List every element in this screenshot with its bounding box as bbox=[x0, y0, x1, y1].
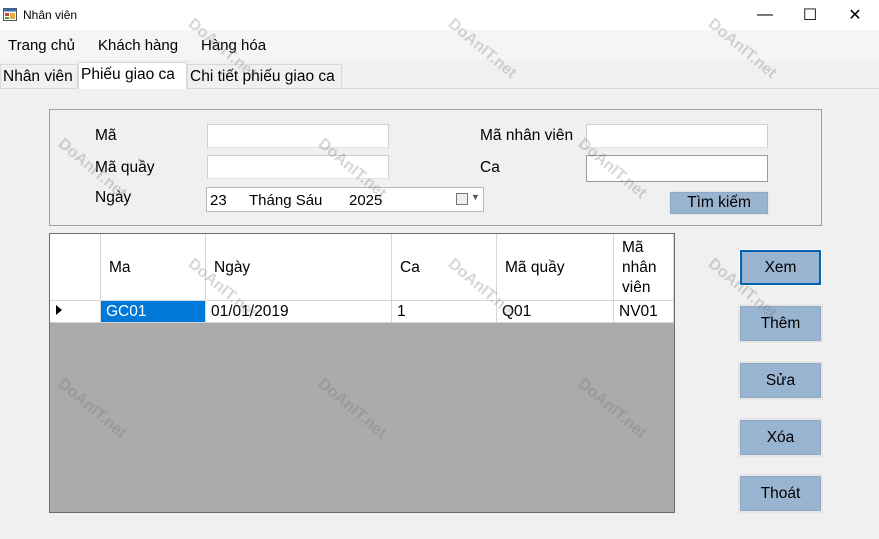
column-header-ngay[interactable]: Ngày bbox=[206, 234, 392, 301]
column-header-ma-quay[interactable]: Mã quầy bbox=[497, 234, 614, 301]
column-header-label: Ngày bbox=[214, 259, 251, 276]
table-cell[interactable]: NV01 bbox=[614, 301, 674, 323]
window-title: Nhân viên bbox=[23, 8, 78, 22]
column-header-ma-nhan-vien[interactable]: Mã nhân viên bbox=[614, 234, 674, 301]
ma-quay-label: Mã quầy bbox=[95, 159, 155, 176]
ma-input[interactable] bbox=[207, 124, 389, 148]
thoat-button[interactable]: Thoát bbox=[740, 476, 821, 511]
menu-item-trang-chu[interactable]: Trang chủ bbox=[8, 37, 75, 54]
current-row-arrow-icon bbox=[56, 305, 62, 315]
search-button[interactable]: Tìm kiếm bbox=[670, 192, 768, 214]
column-header-label: Mã nhân viên bbox=[622, 239, 657, 296]
menu-item-hang-hoa[interactable]: Hàng hóa bbox=[201, 37, 266, 54]
maximize-icon: ☐ bbox=[802, 7, 818, 24]
tab-phieu-giao-ca[interactable]: Phiếu giao ca bbox=[78, 62, 187, 89]
sua-button[interactable]: Sửa bbox=[740, 363, 821, 398]
row-header-corner bbox=[50, 234, 101, 301]
ca-label: Ca bbox=[480, 159, 500, 176]
minimize-icon: — bbox=[757, 6, 773, 23]
minimize-button[interactable]: — bbox=[742, 0, 788, 30]
app-window-icon bbox=[3, 8, 17, 21]
column-header-label: Ma bbox=[109, 259, 131, 276]
row-header[interactable] bbox=[50, 301, 101, 323]
title-bar: Nhân viên — ☐ ✕ bbox=[0, 0, 879, 30]
column-header-ma[interactable]: Ma bbox=[101, 234, 206, 301]
column-header-label: Mã quầy bbox=[505, 259, 565, 276]
ca-input[interactable] bbox=[586, 155, 768, 182]
them-button[interactable]: Thêm bbox=[740, 306, 821, 341]
tab-chi-tiet-phieu-giao-ca[interactable]: Chi tiết phiếu giao ca bbox=[187, 64, 342, 88]
date-year: 2025 bbox=[349, 192, 383, 209]
table-cell[interactable]: 1 bbox=[392, 301, 497, 323]
tab-nhan-vien[interactable]: Nhân viên bbox=[0, 64, 78, 88]
tab-strip: Nhân viên Phiếu giao ca Chi tiết phiếu g… bbox=[0, 60, 879, 89]
chevron-down-icon[interactable]: ▼ bbox=[471, 192, 480, 202]
ma-nhan-vien-label: Mã nhân viên bbox=[480, 127, 574, 144]
column-header-label: Ca bbox=[400, 259, 420, 276]
close-icon: ✕ bbox=[848, 7, 862, 24]
menu-bar: Trang chủ Khách hàng Hàng hóa bbox=[0, 30, 879, 60]
calendar-icon[interactable] bbox=[456, 193, 468, 205]
table-cell[interactable]: GC01 bbox=[101, 301, 206, 323]
ma-nhan-vien-input[interactable] bbox=[586, 124, 768, 148]
close-button[interactable]: ✕ bbox=[832, 0, 878, 30]
xem-button[interactable]: Xem bbox=[740, 250, 821, 285]
ma-label: Mã bbox=[95, 127, 117, 144]
maximize-button[interactable]: ☐ bbox=[787, 0, 833, 30]
xoa-button[interactable]: Xóa bbox=[740, 420, 821, 455]
column-header-ca[interactable]: Ca bbox=[392, 234, 497, 301]
ngay-date-picker[interactable]: 23 Tháng Sáu 2025 ▼ bbox=[206, 187, 484, 212]
date-month: Tháng Sáu bbox=[249, 192, 323, 209]
menu-item-khach-hang[interactable]: Khách hàng bbox=[98, 37, 178, 54]
table-cell[interactable]: Q01 bbox=[497, 301, 614, 323]
data-grid[interactable]: Ma Ngày Ca Mã quầy Mã nhân viên GC01 01/… bbox=[49, 233, 675, 513]
date-day: 23 bbox=[210, 192, 227, 209]
ngay-label: Ngày bbox=[95, 189, 132, 206]
table-cell[interactable]: 01/01/2019 bbox=[206, 301, 392, 323]
ma-quay-input[interactable] bbox=[207, 155, 389, 179]
